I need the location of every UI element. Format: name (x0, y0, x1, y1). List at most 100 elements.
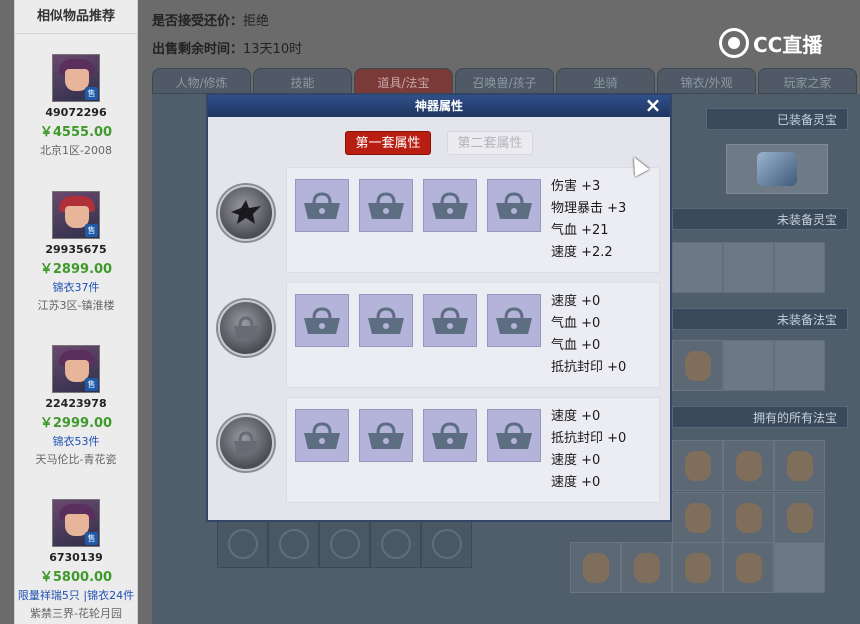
fabao-icon (684, 450, 711, 481)
close-button[interactable]: × (644, 95, 662, 117)
gem-slot[interactable] (268, 520, 319, 568)
gem-icon (329, 529, 360, 559)
tab-mounts[interactable]: 坐骑 (556, 68, 655, 94)
gem-slot[interactable] (421, 520, 472, 568)
attribute-set-row: 速度 +0 抵抗封印 +0 速度 +0 速度 +0 (208, 397, 670, 503)
item-price: ￥2899.00 (39, 262, 113, 277)
lock-icon[interactable] (295, 294, 349, 347)
fabao-item[interactable] (774, 492, 825, 543)
lock-icon[interactable] (359, 179, 413, 232)
similar-item[interactable]: 售 6730139 ￥5800.00 限量祥瑞5只 |锦衣24件 紫禁三界-花轮… (15, 499, 137, 621)
artifact-attributes-dialog: 神器属性 × 第一套属性 第二套属性 伤害 +3 物理暴击 +3 气血 +21 … (206, 93, 672, 522)
sale-badge: 售 (85, 224, 98, 237)
sale-badge: 售 (85, 87, 98, 100)
attribute-set-row: 伤害 +3 物理暴击 +3 气血 +21 速度 +2.2 (208, 167, 670, 273)
attribute-stat: 抵抗封印 +0 (551, 431, 627, 446)
fabao-slot[interactable] (672, 340, 723, 391)
fabao-item[interactable] (672, 492, 723, 543)
attribute-card: 速度 +0 抵抗封印 +0 速度 +0 速度 +0 (286, 397, 660, 503)
fabao-icon (735, 552, 762, 583)
lock-icon[interactable] (295, 179, 349, 232)
tab-second-set[interactable]: 第二套属性 (447, 131, 533, 155)
sale-badge: 售 (85, 532, 98, 545)
item-outfit-count[interactable]: 限量祥瑞5只 |锦衣24件 (15, 587, 137, 603)
equipped-spirit-slot[interactable] (726, 144, 828, 194)
avatar[interactable]: 售 (52, 54, 100, 102)
fabao-icon (735, 450, 762, 481)
unequipped-spirit-slots (672, 242, 825, 293)
item-server: 江苏3区-镇淮楼 (37, 299, 115, 312)
attribute-stat: 速度 +0 (551, 294, 601, 309)
avatar[interactable]: 售 (52, 345, 100, 393)
tab-outfits[interactable]: 锦衣/外观 (657, 68, 756, 94)
attribute-stat: 气血 +21 (551, 223, 609, 238)
fabao-item[interactable] (570, 542, 621, 593)
fabao-item[interactable] (774, 440, 825, 491)
unequipped-fabao-label: 未装备法宝 (672, 308, 848, 330)
tab-skills[interactable]: 技能 (253, 68, 352, 94)
gem-icon (278, 529, 309, 559)
attribute-card: 伤害 +3 物理暴击 +3 气血 +21 速度 +2.2 (286, 167, 660, 273)
item-server: 天马伦比-青花瓷 (35, 453, 117, 466)
gem-slot[interactable] (217, 520, 268, 568)
fabao-item[interactable] (621, 542, 672, 593)
lock-icon[interactable] (487, 294, 541, 347)
equipped-spirit-label: 已装备灵宝 (706, 108, 848, 130)
fabao-item[interactable] (723, 492, 774, 543)
similar-item[interactable]: 售 49072296 ￥4555.00 北京1区-2008 (15, 54, 137, 158)
lock-icon[interactable] (423, 409, 477, 462)
fabao-slot[interactable] (774, 340, 825, 391)
fabao-item[interactable] (723, 440, 774, 491)
item-price: ￥4555.00 (39, 125, 113, 140)
fabao-icon (684, 350, 711, 381)
item-server: 北京1区-2008 (40, 144, 112, 157)
all-fabao-row-3 (570, 542, 825, 593)
gem-slot[interactable] (319, 520, 370, 568)
attribute-list: 速度 +0 气血 +0 气血 +0 抵抗封印 +0 (551, 291, 626, 379)
fabao-slot[interactable] (723, 340, 774, 391)
tab-first-set[interactable]: 第一套属性 (345, 131, 431, 155)
cc-logo-icon (719, 28, 749, 58)
lock-gem-icon[interactable] (218, 415, 274, 471)
spirit-slot[interactable] (672, 242, 723, 293)
fabao-item[interactable] (672, 542, 723, 593)
lock-icon[interactable] (487, 179, 541, 232)
lock-icon[interactable] (423, 294, 477, 347)
item-outfit-count[interactable]: 锦衣53件 (15, 433, 137, 449)
lock-icon[interactable] (423, 179, 477, 232)
bird-gem-icon[interactable] (218, 185, 274, 241)
tab-character[interactable]: 人物/修炼 (152, 68, 251, 94)
gem-slot[interactable] (370, 520, 421, 568)
item-id: 6730139 (49, 551, 103, 564)
tab-items[interactable]: 道具/法宝 (354, 68, 453, 94)
avatar[interactable]: 售 (52, 499, 100, 547)
item-price: ￥5800.00 (39, 570, 113, 585)
attribute-list: 伤害 +3 物理暴击 +3 气血 +21 速度 +2.2 (551, 176, 626, 264)
lock-icon[interactable] (359, 294, 413, 347)
gem-icon (431, 529, 462, 559)
fabao-icon (684, 502, 711, 533)
fabao-item[interactable] (723, 542, 774, 593)
tab-home[interactable]: 玩家之家 (758, 68, 857, 94)
fabao-slot[interactable] (774, 542, 825, 593)
item-price: ￥2999.00 (39, 416, 113, 431)
fabao-icon (735, 502, 762, 533)
attribute-list: 速度 +0 抵抗封印 +0 速度 +0 速度 +0 (551, 406, 626, 494)
lock-gem-icon[interactable] (218, 300, 274, 356)
time-left-label: 出售剩余时间： (152, 42, 244, 57)
spirit-slot[interactable] (723, 242, 774, 293)
lock-icon[interactable] (295, 409, 349, 462)
bargain-value: 拒绝 (243, 14, 270, 29)
tab-pets[interactable]: 召唤兽/孩子 (455, 68, 554, 94)
spirit-slot[interactable] (774, 242, 825, 293)
attribute-set-tabs: 第一套属性 第二套属性 (208, 131, 670, 155)
attribute-stat: 伤害 +3 (551, 179, 601, 194)
lock-icon[interactable] (487, 409, 541, 462)
avatar[interactable]: 售 (52, 191, 100, 239)
item-outfit-count[interactable]: 锦衣37件 (15, 279, 137, 295)
lock-icon[interactable] (359, 409, 413, 462)
attribute-stat: 速度 +0 (551, 453, 601, 468)
similar-item[interactable]: 售 22423978 ￥2999.00 锦衣53件 天马伦比-青花瓷 (15, 345, 137, 467)
fabao-item[interactable] (672, 440, 723, 491)
similar-item[interactable]: 售 29935675 ￥2899.00 锦衣37件 江苏3区-镇淮楼 (15, 191, 137, 313)
